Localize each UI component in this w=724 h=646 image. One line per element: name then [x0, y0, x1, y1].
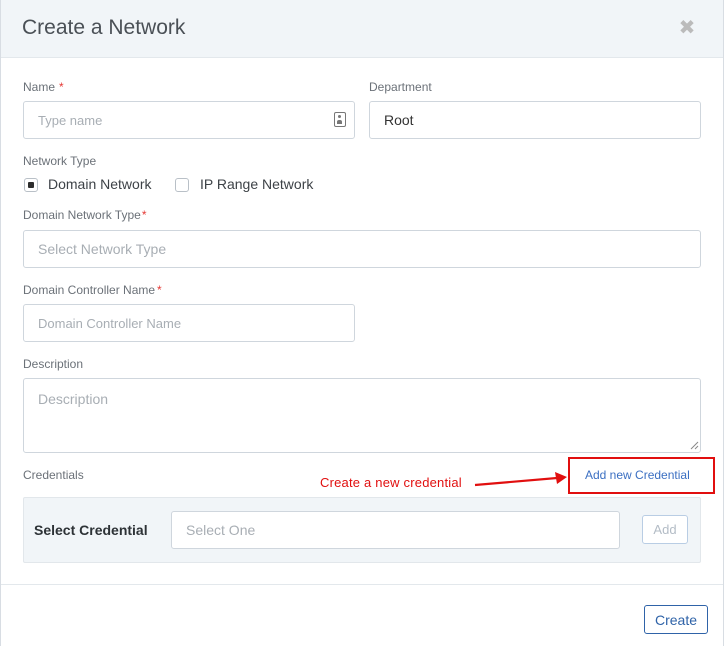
domain-network-type-label-text: Domain Network Type: [23, 208, 141, 222]
department-input[interactable]: [369, 101, 701, 139]
credentials-label: Credentials: [23, 468, 84, 482]
domain-controller-name-input[interactable]: [23, 304, 355, 342]
required-mark: *: [59, 80, 64, 94]
name-label-text: Name: [23, 80, 56, 94]
credential-select[interactable]: Select One: [171, 511, 620, 549]
create-network-modal: Create a Network ✖ Name* Department Netw…: [0, 0, 724, 646]
name-label: Name *: [23, 80, 64, 94]
domain-network-radio[interactable]: [24, 178, 38, 192]
description-textarea[interactable]: [23, 378, 701, 453]
ip-range-network-label[interactable]: IP Range Network: [200, 176, 313, 192]
annotation-arrow-icon: [474, 472, 567, 487]
page-title: Create a Network: [22, 16, 186, 39]
network-type-label: Network Type: [23, 154, 97, 168]
select-credential-label: Select Credential: [34, 522, 148, 538]
name-input[interactable]: [23, 101, 355, 139]
add-new-credential-link[interactable]: Add new Credential: [585, 468, 690, 482]
description-label: Description: [23, 357, 84, 371]
required-mark: *: [157, 283, 162, 297]
create-button[interactable]: Create: [644, 605, 708, 634]
ip-range-network-radio[interactable]: [175, 178, 189, 192]
add-credential-button[interactable]: Add: [642, 515, 688, 544]
domain-network-label[interactable]: Domain Network: [48, 176, 151, 192]
footer-divider: [1, 584, 723, 585]
resize-grip-icon[interactable]: [690, 441, 699, 450]
modal-header: Create a Network ✖: [1, 0, 723, 58]
domain-network-type-select[interactable]: [23, 230, 701, 268]
department-label: Department: [369, 80, 432, 94]
domain-controller-name-label-text: Domain Controller Name: [23, 283, 156, 297]
required-mark: *: [141, 208, 147, 222]
domain-controller-name-label: Domain Controller Name *: [23, 283, 162, 297]
id-card-icon: [334, 112, 346, 127]
close-icon[interactable]: ✖: [678, 17, 696, 39]
domain-network-type-label: Domain Network Type*: [23, 208, 147, 222]
annotation-text: Create a new credential: [320, 475, 462, 490]
